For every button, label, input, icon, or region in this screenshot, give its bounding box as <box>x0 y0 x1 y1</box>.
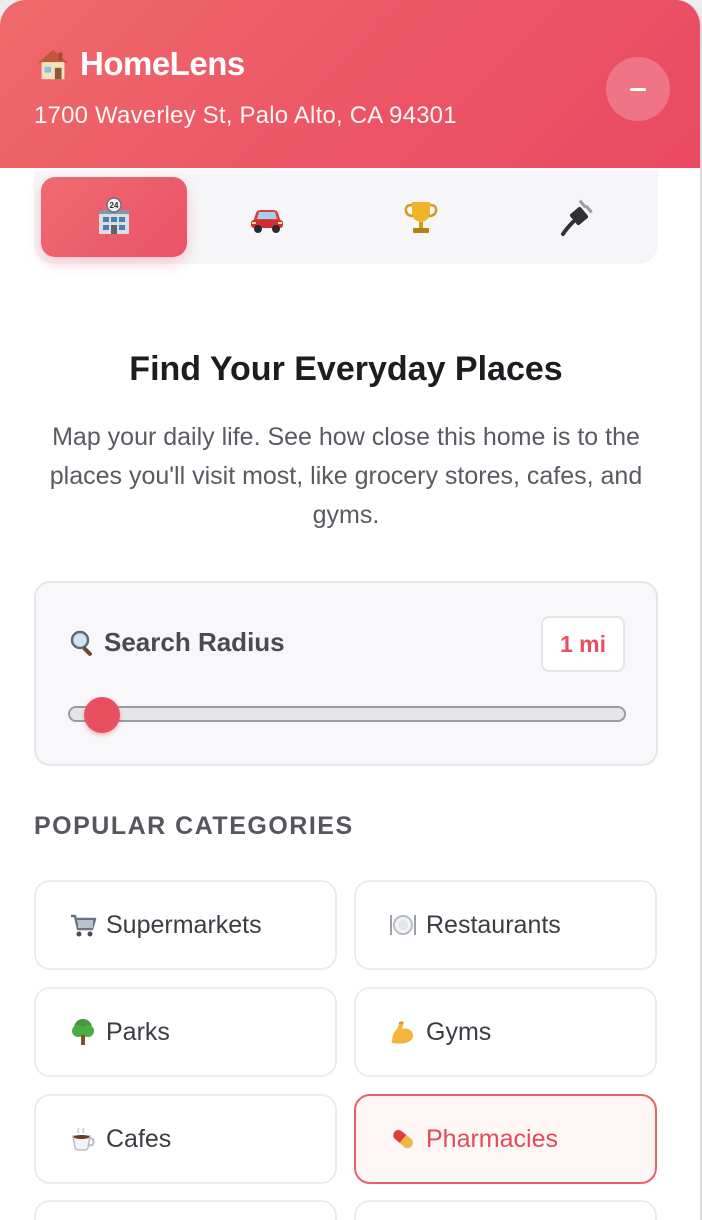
category-card-partial[interactable] <box>354 1200 657 1220</box>
electric-plug-icon <box>561 199 593 236</box>
brand: HomeLens <box>34 42 245 86</box>
category-pharmacies[interactable]: Pharmacies <box>354 1094 657 1184</box>
tree-icon <box>72 1019 94 1045</box>
slider-thumb[interactable] <box>84 697 120 733</box>
page-description: Map your daily life. See how close this … <box>49 423 643 529</box>
category-cafes[interactable]: Cafes <box>34 1094 337 1184</box>
header: HomeLens 1700 Waverley St, Palo Alto, CA… <box>0 0 700 168</box>
app-name: HomeLens <box>80 45 245 82</box>
tab-schools[interactable] <box>348 177 494 257</box>
tab-ev-charging[interactable] <box>505 177 651 257</box>
shopping-cart-icon <box>71 914 97 937</box>
pill-icon <box>392 1129 414 1149</box>
category-label: Cafes <box>106 1124 172 1153</box>
property-address: 1700 Waverley St, Palo Alto, CA 94301 <box>34 102 457 129</box>
24-hour-store-icon: 24 <box>99 197 129 234</box>
trophy-icon <box>404 202 438 233</box>
search-radius-label: Search Radius <box>68 627 285 658</box>
page-title: Find Your Everyday Places <box>129 350 563 388</box>
house-icon <box>37 49 69 80</box>
magnifying-glass-icon <box>70 630 93 656</box>
category-restaurants[interactable]: Restaurants <box>354 880 657 970</box>
category-label: Gyms <box>426 1017 492 1046</box>
category-gyms[interactable]: Gyms <box>354 987 657 1077</box>
svg-text:24: 24 <box>110 201 119 210</box>
category-supermarkets[interactable]: Supermarkets <box>34 880 337 970</box>
search-radius-value: 1 mi <box>541 616 625 672</box>
category-label: Supermarkets <box>106 910 262 939</box>
search-radius-slider[interactable] <box>68 697 626 733</box>
homelens-panel: HomeLens 1700 Waverley St, Palo Alto, CA… <box>0 0 702 1220</box>
coffee-icon <box>72 1127 95 1151</box>
popular-categories-heading: POPULAR CATEGORIES <box>34 812 354 840</box>
minimize-button[interactable] <box>606 57 670 121</box>
category-label: Restaurants <box>426 910 561 939</box>
category-label: Pharmacies <box>426 1124 558 1153</box>
car-icon <box>251 210 283 233</box>
flexed-biceps-icon <box>392 1021 414 1044</box>
category-tabs: 24 <box>34 170 658 264</box>
category-parks[interactable]: Parks <box>34 987 337 1077</box>
tab-commute[interactable] <box>194 177 340 257</box>
category-label: Parks <box>106 1017 170 1046</box>
category-card-partial[interactable] <box>34 1200 337 1220</box>
search-radius-card: Search Radius 1 mi <box>34 581 658 766</box>
search-radius-text: Search Radius <box>104 627 285 657</box>
tab-everyday-places[interactable]: 24 <box>41 177 187 257</box>
plate-cutlery-icon <box>390 915 416 935</box>
minus-icon <box>630 87 646 91</box>
